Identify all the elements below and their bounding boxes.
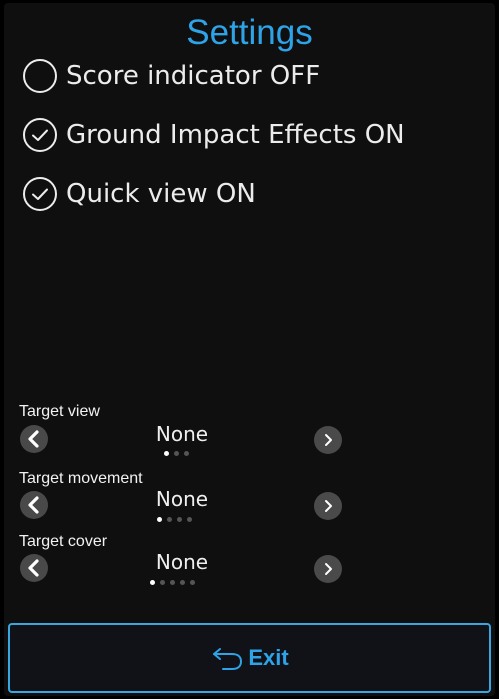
next-button[interactable] [314,492,342,520]
page-indicator [157,517,192,522]
page-dot [180,580,185,585]
selector-value: None [155,487,209,511]
page-dot [174,451,179,456]
page-title: Settings [186,13,313,52]
page-dot [164,451,169,456]
undo-arrow-icon [213,648,243,670]
chevron-right-icon [325,563,332,575]
page-dot [157,517,162,522]
toggle-quick-view[interactable]: Quick view ON [22,174,256,214]
selector-value: None [155,550,209,574]
exit-button[interactable]: Exit [8,623,491,693]
page-dot [167,517,172,522]
next-button[interactable] [314,555,342,583]
prev-button[interactable] [20,491,48,519]
toggle-label: Score indicator OFF [66,61,321,91]
toggle-label: Ground Impact Effects ON [66,120,405,150]
next-button[interactable] [314,426,342,454]
prev-button[interactable] [20,425,48,453]
selector-label: Target movement [19,470,143,487]
page-dot [177,517,182,522]
selector-label: Target cover [19,533,108,550]
page-dot [150,580,155,585]
page-indicator [164,451,189,456]
exit-label: Exit [248,645,289,670]
check-circle-icon [23,118,57,152]
page-dot [187,517,192,522]
chevron-left-icon [28,430,39,448]
page-indicator [150,580,195,585]
toggle-ground-impact-effects[interactable]: Ground Impact Effects ON [22,115,405,155]
toggle-label: Quick view ON [66,179,256,209]
page-dot [170,580,175,585]
page-dot [190,580,195,585]
page-dot [184,451,189,456]
selector-value: None [155,422,209,446]
chevron-right-icon [325,500,332,512]
circle-outline-icon [23,59,57,93]
settings-panel: Settings Score indicator OFF Ground Impa… [4,3,495,696]
chevron-left-icon [28,559,39,577]
chevron-right-icon [325,434,332,446]
chevron-left-icon [28,496,39,514]
selector-label: Target view [19,403,100,420]
check-circle-icon [23,177,57,211]
prev-button[interactable] [20,554,48,582]
page-dot [160,580,165,585]
toggle-score-indicator[interactable]: Score indicator OFF [22,56,320,96]
